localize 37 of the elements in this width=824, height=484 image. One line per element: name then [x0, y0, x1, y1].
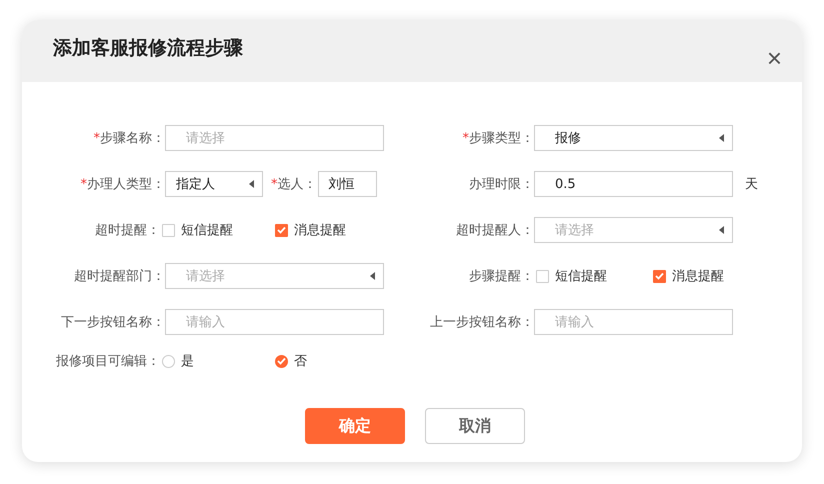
field-label: 报修项目可编辑：	[55, 353, 160, 370]
checkbox[interactable]	[275, 224, 288, 236]
field-label: 下一步按钮名称：	[60, 314, 165, 331]
input-field[interactable]: 刘恒	[318, 171, 376, 197]
field-label: 步骤提醒：	[468, 268, 534, 285]
radio-button[interactable]	[162, 354, 176, 368]
field-label: 超时提醒人：	[455, 222, 534, 239]
close-button[interactable]: ×	[762, 45, 786, 71]
select-field[interactable]: 指定人	[165, 171, 263, 197]
field-label: 超时提醒部门：	[73, 268, 165, 285]
select-field[interactable]: 报修	[534, 125, 733, 151]
field-label: 上一步按钮名称：	[429, 314, 534, 331]
unit-label: 天	[745, 176, 758, 193]
checkbox[interactable]	[536, 270, 549, 282]
option-label: 短信提醒	[555, 268, 607, 285]
option-label: 否	[294, 353, 308, 370]
input-field[interactable]: 0.5	[534, 171, 733, 197]
cancel-button[interactable]: 取消	[425, 408, 525, 444]
caret-icon	[719, 226, 724, 234]
confirm-button[interactable]: 确定	[305, 408, 405, 444]
option-label: 是	[181, 353, 194, 370]
field-label: *步骤类型：	[462, 130, 534, 147]
radio-button[interactable]	[275, 354, 288, 368]
field-label: 办理时限：	[468, 176, 534, 193]
field-label: *步骤名称：	[92, 130, 165, 147]
checkbox[interactable]	[162, 224, 176, 236]
field-label: 超时提醒：	[94, 222, 160, 239]
option-label: 短信提醒	[181, 222, 234, 239]
caret-icon	[370, 272, 375, 280]
field-label: *办理人类型：	[80, 176, 165, 193]
dialog-title: 添加客服报修流程步骤	[53, 36, 243, 61]
caret-icon	[719, 134, 724, 142]
checkbox[interactable]	[653, 270, 666, 282]
caret-icon	[249, 180, 254, 188]
option-label: 消息提醒	[294, 222, 346, 239]
option-label: 消息提醒	[672, 268, 724, 285]
field-label: *选人：	[270, 176, 318, 193]
